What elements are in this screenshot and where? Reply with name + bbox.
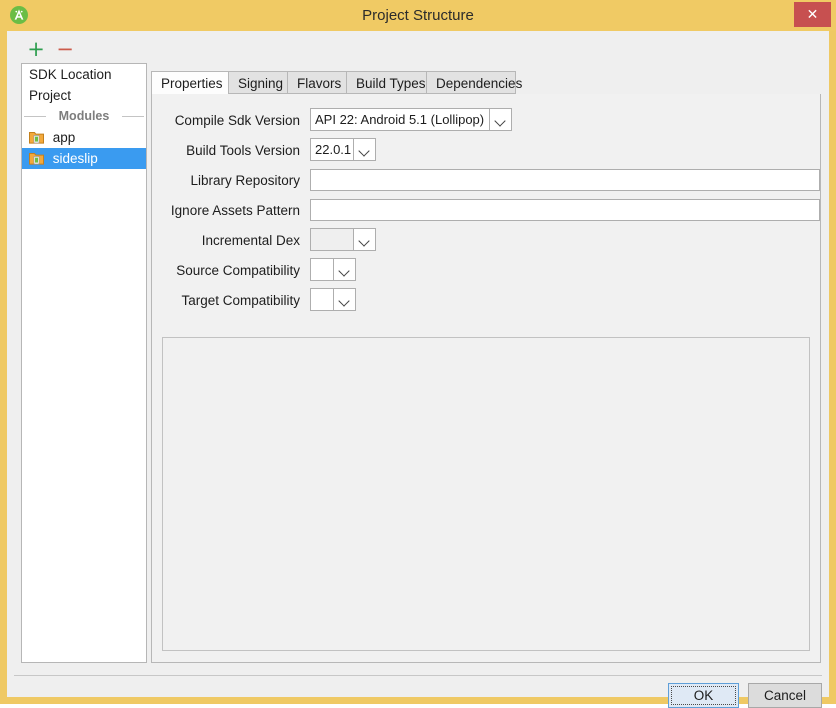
source-compatibility-value	[311, 259, 333, 280]
window-title: Project Structure	[362, 7, 474, 24]
tab-label: Dependencies	[436, 76, 523, 91]
cancel-button[interactable]: Cancel	[748, 683, 822, 708]
chevron-down-icon[interactable]	[353, 139, 375, 160]
compile-sdk-version-combo[interactable]: API 22: Android 5.1 (Lollipop)	[310, 108, 512, 131]
source-compatibility-combo[interactable]	[310, 258, 356, 281]
module-folder-icon	[29, 153, 44, 165]
sidebar-group-label: Modules	[58, 109, 110, 123]
sidebar-item-sdk-location[interactable]: SDK Location	[22, 64, 146, 85]
tab-label: Properties	[161, 76, 223, 91]
field-row-source-compatibility: Source Compatibility	[162, 258, 300, 284]
add-module-button[interactable]: +	[25, 39, 47, 61]
field-label: Ignore Assets Pattern	[170, 203, 300, 218]
field-label: Incremental Dex	[201, 233, 300, 248]
properties-panel: Compile Sdk Version API 22: Android 5.1 …	[151, 94, 821, 663]
separator-line-right	[122, 116, 144, 117]
field-label: Source Compatibility	[176, 263, 300, 278]
field-row-ignore-assets-pattern: Ignore Assets Pattern	[162, 198, 300, 224]
field-row-target-compatibility: Target Compatibility	[162, 288, 300, 314]
chevron-down-icon[interactable]	[353, 229, 375, 250]
sidebar-item-label: sideslip	[52, 151, 98, 166]
dialog-body: + − SDK Location Project Modules app sid…	[7, 31, 829, 708]
ok-button-label: OK	[693, 688, 714, 703]
field-label: Library Repository	[190, 173, 300, 188]
tab-properties[interactable]: Properties	[151, 71, 229, 95]
field-row-incremental-dex: Incremental Dex	[162, 228, 300, 254]
separator-line-left	[24, 116, 46, 117]
tab-signing[interactable]: Signing	[228, 71, 288, 94]
chevron-down-icon[interactable]	[333, 289, 355, 310]
plus-icon: +	[27, 37, 45, 61]
tab-flavors[interactable]: Flavors	[287, 71, 347, 94]
remove-module-button[interactable]: −	[54, 39, 76, 61]
target-compatibility-value	[311, 289, 333, 310]
module-toolbar: + −	[21, 39, 151, 65]
close-icon: ✕	[806, 6, 819, 22]
tab-bar: Properties Signing Flavors Build Types D…	[151, 71, 821, 95]
tab-label: Signing	[238, 76, 284, 91]
module-folder-icon	[29, 132, 44, 144]
sidebar-item-app[interactable]: app	[22, 127, 146, 148]
incremental-dex-value	[311, 229, 353, 250]
sidebar-item-sideslip[interactable]: sideslip	[22, 148, 146, 169]
compile-sdk-version-value: API 22: Android 5.1 (Lollipop)	[311, 109, 489, 130]
field-label: Build Tools Version	[186, 143, 300, 158]
ignore-assets-pattern-input[interactable]	[310, 199, 820, 221]
tab-build-types[interactable]: Build Types	[346, 71, 427, 94]
tab-label: Flavors	[297, 76, 342, 91]
target-compatibility-combo[interactable]	[310, 288, 356, 311]
build-tools-version-value: 22.0.1	[311, 139, 353, 160]
project-structure-window: Project Structure ✕ + − SDK Location Pro…	[0, 0, 836, 708]
sidebar-item-label: Project	[29, 88, 72, 103]
close-button[interactable]: ✕	[794, 2, 831, 27]
field-label: Compile Sdk Version	[174, 113, 300, 128]
field-label: Target Compatibility	[181, 293, 300, 308]
sidebar-group-modules: Modules	[22, 106, 146, 127]
build-tools-version-combo[interactable]: 22.0.1	[310, 138, 376, 161]
minus-icon: −	[56, 37, 74, 61]
tab-label: Build Types	[356, 76, 426, 91]
chevron-down-icon[interactable]	[489, 109, 511, 130]
field-row-compile-sdk-version: Compile Sdk Version	[162, 108, 300, 134]
sidebar-item-label: SDK Location	[29, 67, 112, 82]
cancel-button-label: Cancel	[763, 688, 807, 703]
sidebar-item-project[interactable]: Project	[22, 85, 146, 106]
detail-panel	[162, 337, 810, 651]
chevron-down-icon[interactable]	[333, 259, 355, 280]
module-list[interactable]: SDK Location Project Modules app sidesli…	[21, 63, 147, 663]
title-bar: Project Structure ✕	[0, 0, 836, 31]
tab-dependencies[interactable]: Dependencies	[426, 71, 522, 94]
incremental-dex-combo[interactable]	[310, 228, 376, 251]
button-bar-separator	[14, 675, 822, 676]
field-row-library-repository: Library Repository	[162, 168, 300, 194]
sidebar-item-label: app	[52, 130, 76, 145]
ok-button[interactable]: OK	[668, 683, 739, 708]
field-row-build-tools-version: Build Tools Version	[162, 138, 300, 164]
library-repository-input[interactable]	[310, 169, 820, 191]
